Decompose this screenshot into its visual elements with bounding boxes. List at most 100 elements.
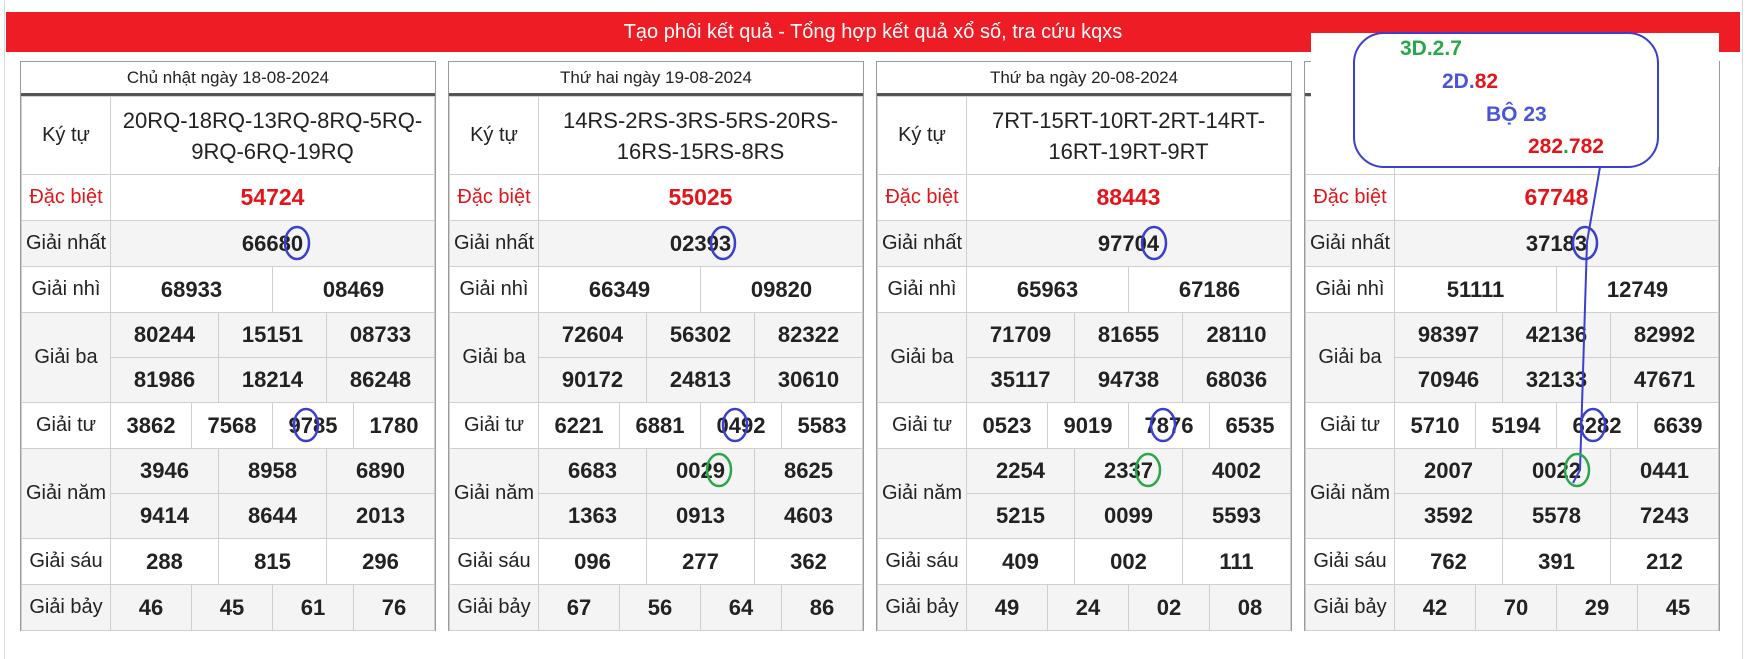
prize-label: Giải tư [449,402,539,449]
row-giai-nhat: Giải nhất 97704 [877,220,1291,267]
ky-tu-line: 16RS-15RS-8RS [616,138,785,164]
prize-number: 45 [1637,584,1719,631]
prize-number: 08733 [326,312,435,358]
prize-number: 24 [1047,584,1129,631]
prize-number: 6639 [1637,402,1719,449]
board-date: Thứ ba ngày 20-08-2024 [877,62,1291,96]
row-ky-tu: Ký tự 14RS-2RS-3RS-5RS-20RS- 16RS-15RS-8… [449,96,863,175]
prize-number: 1363 [538,493,647,539]
row-giai-tu: Giải tư 3862 7568 9785 1780 [21,402,435,449]
prize-number: 02393 [538,220,863,267]
prize-number: 296 [326,538,435,585]
ky-tu-line: 16RT-19RT-9RT [1048,138,1209,164]
row-giai-nhat: Giải nhất 37183 [1305,220,1719,267]
board-date: Chủ nhật ngày 18-08-2024 [21,62,435,96]
prize-label: Giải tư [21,402,111,449]
prize-number: 42136 [1502,312,1611,358]
prize-number: 6282 [1556,402,1638,449]
prize-number: 76 [353,584,435,631]
prize-number: 0492 [700,402,782,449]
row-giai-ba: Giải ba 80244 15151 08733 [21,312,435,403]
prize-number: 8958 [218,448,327,494]
prize-number: 5710 [1394,402,1476,449]
prize-number: 45 [191,584,273,631]
prize-number: 66680 [110,220,435,267]
row-giai-nhi: Giải nhì 51111 12749 [1305,266,1719,313]
prize-number: 9019 [1047,402,1129,449]
prize-number: 212 [1610,538,1719,585]
prize-number: 82992 [1610,312,1719,358]
row-giai-ba: Giải ba 98397 42136 82992 [1305,312,1719,403]
prize-number: 2013 [326,493,435,539]
results-table: Ký tự 7RT-15RT-10RT-2RT-14RT- 16RT-19RT-… [877,96,1291,631]
prize-label: Giải ba [1305,312,1395,403]
ky-tu-line: 9RQ-6RQ-19RQ [191,138,354,164]
prize-number: 65963 [966,266,1129,313]
prize-number: 815 [218,538,327,585]
row-giai-ba: Giải ba 72604 56302 82322 [449,312,863,403]
prize-number: 3862 [110,402,192,449]
prize-number: 762 [1394,538,1503,585]
annotation-text: 82 [1474,70,1499,93]
prize-label: Ký tự [21,96,111,175]
prize-number: 8625 [754,448,863,494]
prize-number: 54724 [110,174,435,221]
prize-label: Giải nhì [449,266,539,313]
prize-number: 98397 [1394,312,1503,358]
row-giai-nam: Giải năm 2007 0022 0441 [1305,448,1719,539]
prize-number: 5194 [1475,402,1557,449]
prize-number: 6535 [1209,402,1291,449]
prize-number: 08 [1209,584,1291,631]
prize-number: 32133 [1502,357,1611,403]
prize-label: Đặc biệt [1305,174,1395,221]
prize-number: 35117 [966,357,1075,403]
prize-number: 82322 [754,312,863,358]
prize-label: Ký tự [449,96,539,175]
prize-label: Giải bảy [21,584,111,631]
row-giai-bay: Giải bảy 42 70 29 45 [1305,584,1719,631]
row-ky-tu: Ký tự 20RQ-18RQ-13RQ-8RQ-5RQ- 9RQ-6RQ-19… [21,96,435,175]
prize-label: Giải nhì [1305,266,1395,313]
prize-number: 68933 [110,266,273,313]
prize-label: Giải nhất [449,220,539,267]
prize-number: 67 [538,584,620,631]
result-board: Chủ nhật ngày 18-08-2024 Ký tự 20RQ-18RQ… [20,61,436,631]
ky-tu-line: 20RQ-18RQ-13RQ-8RQ-5RQ- [122,107,423,133]
result-board: Thứ hai ngày 19-08-2024 Ký tự 14RS-2RS-3… [448,61,864,631]
row-dac-biet: Đặc biệt 55025 [449,174,863,221]
results-table: Ký tự Đặc biệt67748 Giải nhất37183 Giải … [1305,96,1719,631]
prize-number: 37183 [1394,220,1719,267]
annotation-text: 282 [1528,135,1564,158]
row-dac-biet: Đặc biệt 67748 [1305,174,1719,221]
row-giai-ba: Giải ba 71709 81655 28110 [877,312,1291,403]
prize-label: Ký tự [877,96,967,175]
prize-number: 24813 [646,357,755,403]
prize-number: 70946 [1394,357,1503,403]
row-giai-nhat: Giải nhất 02393 [449,220,863,267]
row-giai-bay: Giải bảy 46 45 61 76 [21,584,435,631]
prize-number: 68036 [1182,357,1291,403]
row-giai-sau: Giải sáu 096 277 362 [449,538,863,585]
prize-label: Đặc biệt [877,174,967,221]
prize-number: 362 [754,538,863,585]
prize-number: 09820 [700,266,863,313]
prize-number: 0523 [966,402,1048,449]
prize-number: 71709 [966,312,1075,358]
prize-number: 391 [1502,538,1611,585]
row-giai-tu: Giải tư 6221 6881 0492 5583 [449,402,863,449]
prize-number: 08469 [272,266,435,313]
prize-number: 8644 [218,493,327,539]
prize-label: Giải nhì [21,266,111,313]
prize-number: 002 [1074,538,1183,585]
prize-number: 9785 [272,402,354,449]
prize-number: 12749 [1556,266,1719,313]
prize-label: Giải năm [1305,448,1395,539]
prize-number: 28110 [1182,312,1291,358]
prize-number: 67186 [1128,266,1291,313]
prize-label: Đặc biệt [21,174,111,221]
prize-number: 51111 [1394,266,1557,313]
prize-number: 90172 [538,357,647,403]
annotation-line-4: 282.782 [1528,135,1604,159]
ky-tu-line: 14RS-2RS-3RS-5RS-20RS- [562,107,839,133]
prize-number: 6881 [619,402,701,449]
